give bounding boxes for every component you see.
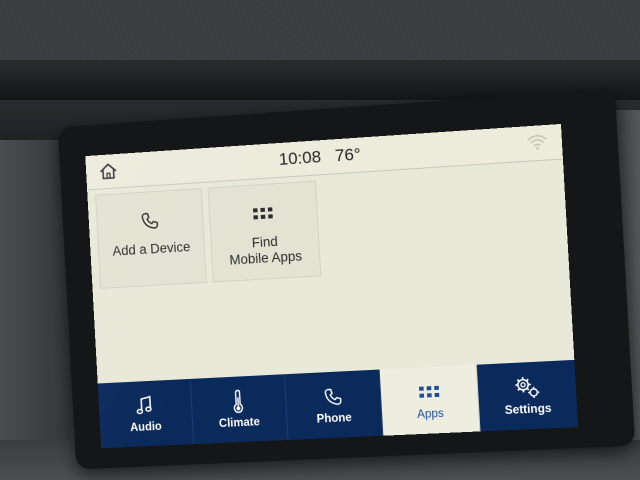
grid-icon — [252, 202, 275, 225]
add-device-tile[interactable]: Add a Device — [95, 187, 207, 289]
grid-icon — [417, 380, 441, 405]
dock-item-climate[interactable]: Climate — [190, 374, 289, 445]
infotainment-screen: 10:08 76° Add a Device Find Mobile Apps … — [85, 123, 579, 449]
find-mobile-apps-label: Find Mobile Apps — [228, 233, 302, 269]
dock-label-phone: Phone — [316, 412, 353, 426]
gears-icon — [513, 375, 541, 401]
outside-temperature: 76° — [334, 144, 362, 166]
music-note-icon — [135, 394, 154, 418]
trim-left — [0, 140, 70, 480]
phone-icon — [140, 209, 161, 232]
add-device-label: Add a Device — [112, 239, 191, 259]
dock-item-apps[interactable]: Apps — [380, 364, 481, 436]
dock-item-phone[interactable]: Phone — [284, 369, 384, 440]
wifi-icon — [526, 133, 548, 153]
phone-icon — [322, 384, 343, 409]
find-mobile-apps-tile[interactable]: Find Mobile Apps — [207, 180, 322, 283]
dock-label-audio: Audio — [129, 420, 163, 435]
thermometer-icon — [232, 389, 245, 413]
find-label-line2: Mobile Apps — [229, 248, 303, 268]
dock-label-apps: Apps — [416, 407, 445, 422]
dock-label-settings: Settings — [504, 402, 552, 418]
dock-item-audio[interactable]: Audio — [97, 378, 195, 449]
car-dashboard-scene: 10:08 76° Add a Device Find Mobile Apps … — [0, 0, 640, 480]
clock: 10:08 — [278, 147, 322, 169]
dock-item-settings[interactable]: Settings — [477, 360, 578, 432]
dock-label-climate: Climate — [218, 416, 261, 431]
